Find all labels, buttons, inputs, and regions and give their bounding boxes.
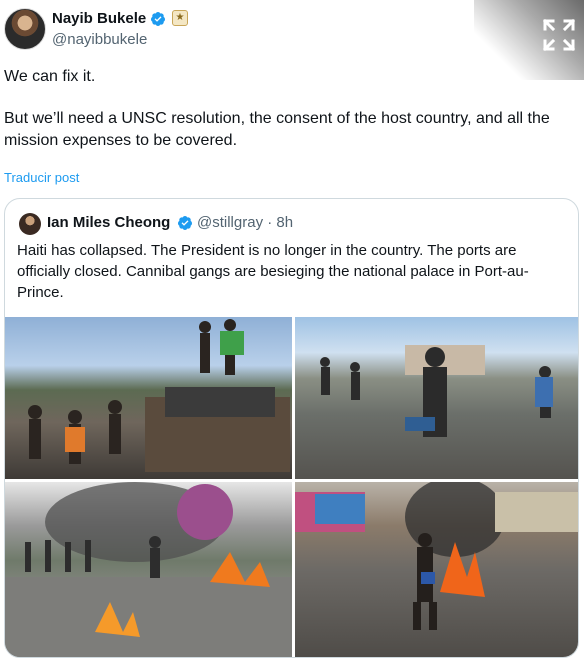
post-text: We can fix it. But we’ll need a UNSC res… bbox=[4, 66, 576, 152]
quoted-post[interactable]: Ian Miles Cheong @stillgray · 8h Haiti h… bbox=[4, 198, 579, 658]
author-name[interactable]: Nayib Bukele bbox=[52, 10, 146, 27]
photo-1-illustration bbox=[28, 319, 290, 472]
quoted-author-avatar[interactable] bbox=[19, 213, 41, 235]
photo-4-illustration bbox=[295, 482, 578, 630]
photo-3-illustration bbox=[5, 482, 292, 657]
post-paragraph-2: But we’ll need a UNSC resolution, the co… bbox=[4, 110, 550, 149]
quoted-author-handle[interactable]: @stillgray bbox=[197, 214, 263, 231]
photo-2-illustration bbox=[320, 345, 553, 437]
quoted-post-text: Haiti has collapsed. The President is no… bbox=[17, 242, 529, 301]
affiliate-badge-icon: ★ bbox=[172, 10, 188, 26]
quoted-author-handle-time[interactable]: @stillgray · 8h bbox=[197, 214, 293, 231]
author-handle[interactable]: @nayibbukele bbox=[52, 31, 147, 48]
author-avatar[interactable] bbox=[4, 8, 46, 50]
quoted-media-grid bbox=[5, 317, 578, 657]
photo-crowd-burned-car[interactable] bbox=[5, 317, 292, 479]
photo-smoke-burning-tires[interactable] bbox=[5, 482, 292, 657]
quoted-post-time: · 8h bbox=[267, 214, 294, 231]
photo-man-fire-street[interactable] bbox=[295, 482, 578, 657]
photo-armed-man-street[interactable] bbox=[295, 317, 578, 479]
quoted-author-name[interactable]: Ian Miles Cheong bbox=[47, 214, 170, 231]
translate-link[interactable]: Traducir post bbox=[4, 170, 79, 185]
post-header: Nayib Bukele ★ @nayibbukele bbox=[0, 0, 584, 80]
verified-badge-icon bbox=[150, 12, 165, 26]
verified-badge-icon bbox=[177, 216, 192, 230]
expand-icon[interactable] bbox=[542, 18, 576, 52]
post-paragraph-1: We can fix it. bbox=[4, 68, 96, 85]
